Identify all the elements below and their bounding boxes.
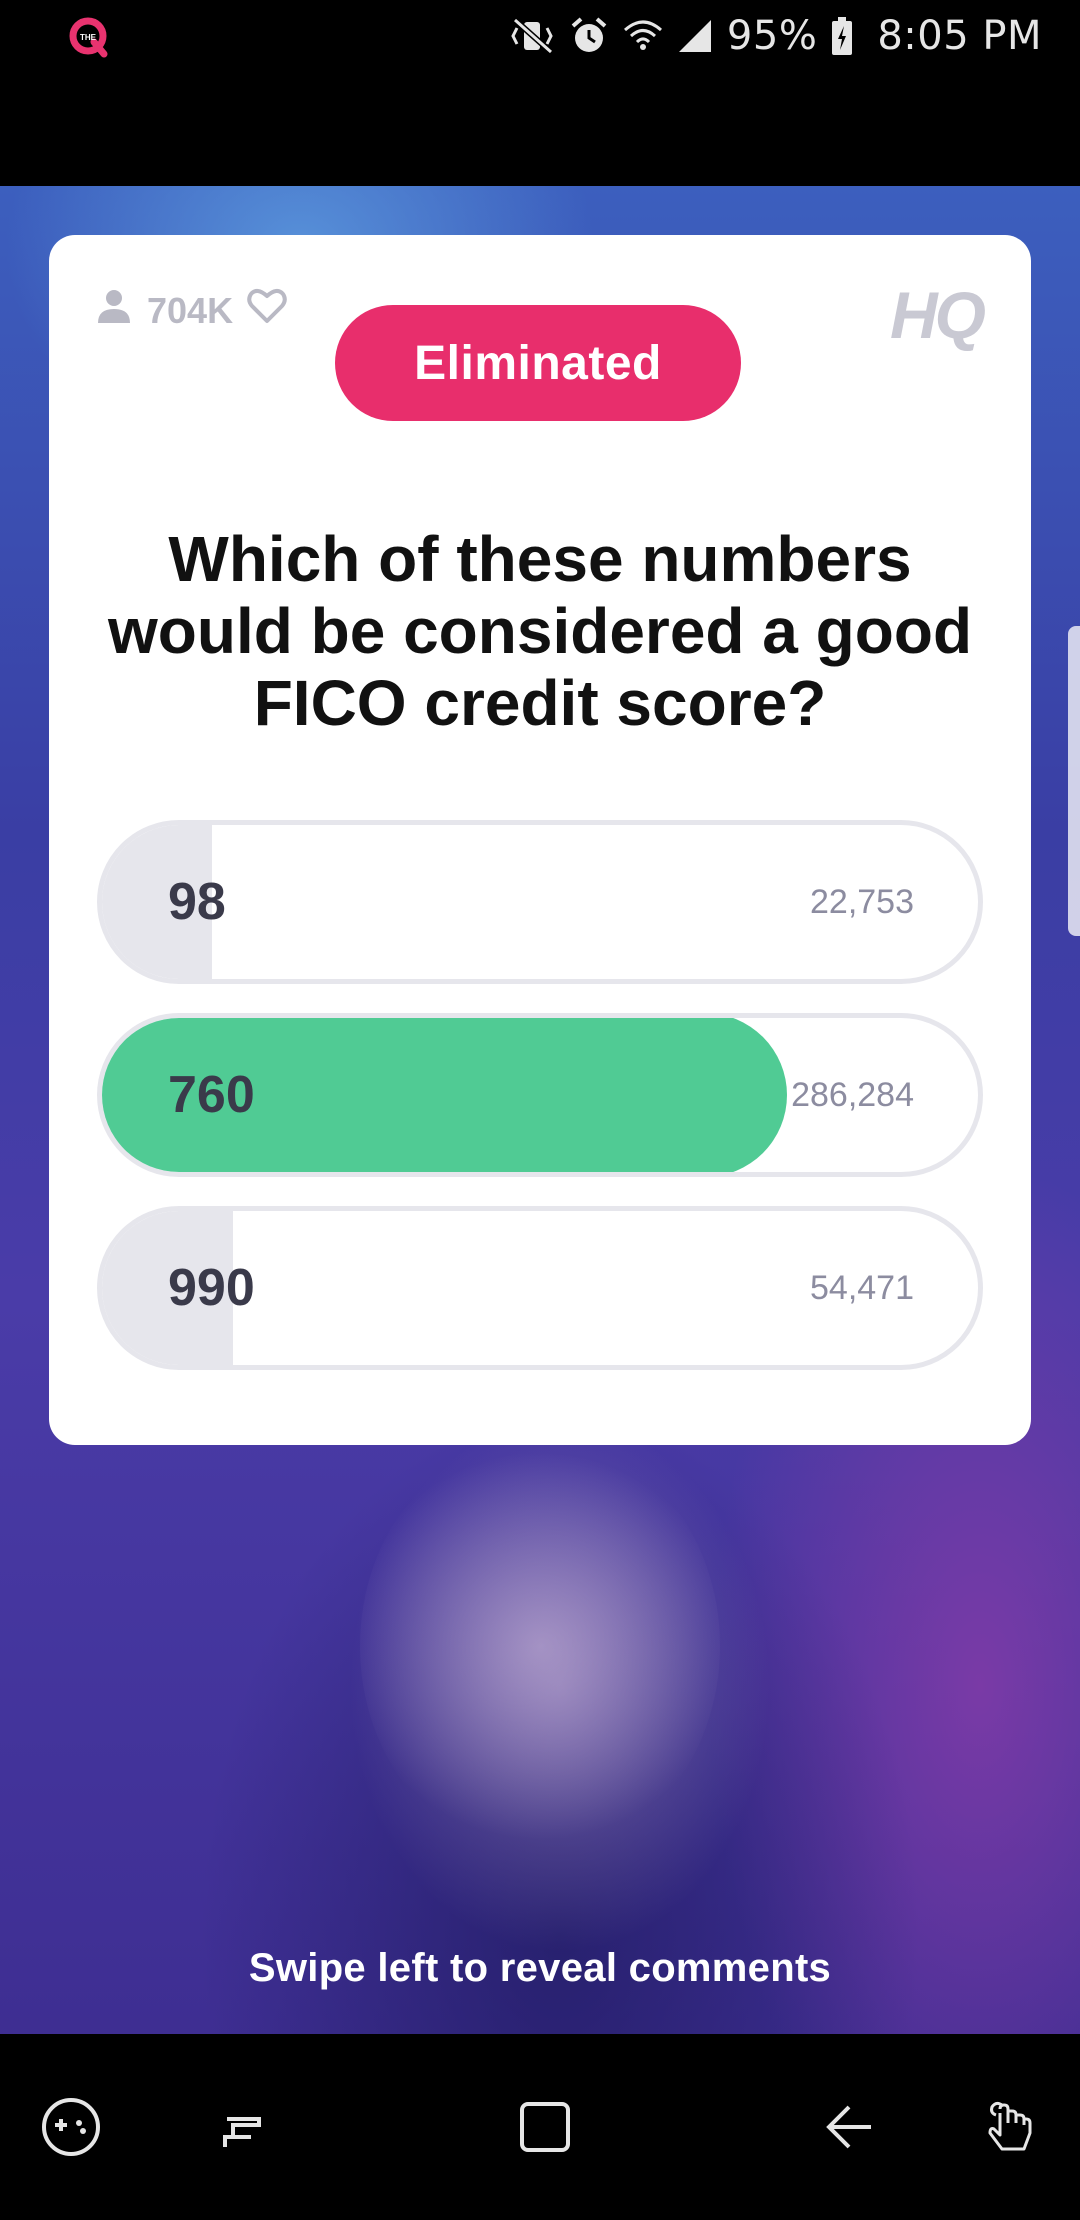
answer-list: 98 22,753 286,284 760 990 54,471 xyxy=(97,820,983,1399)
answer-option[interactable]: 990 54,471 xyxy=(97,1206,983,1370)
vibrate-mute-icon xyxy=(511,16,555,56)
answer-label: 990 xyxy=(168,1259,255,1317)
status-bar: THE 95% 8:05 PM xyxy=(0,0,1080,72)
battery-percent: 95% xyxy=(726,13,818,59)
answer-label: 98 xyxy=(168,873,226,931)
gesture-icon[interactable] xyxy=(970,2034,1050,2220)
viewer-count-label: 704K xyxy=(147,289,234,331)
question-text: Which of these numbers would be consider… xyxy=(107,523,973,739)
top-gap xyxy=(0,72,1080,186)
app-logo-icon: THE xyxy=(66,14,114,62)
answer-count: 54,471 xyxy=(810,1268,914,1307)
recents-icon[interactable] xyxy=(210,2034,280,2220)
home-icon[interactable] xyxy=(510,2034,580,2220)
answer-count: 22,753 xyxy=(810,882,914,921)
battery-icon xyxy=(831,16,853,56)
clock: 8:05 PM xyxy=(877,13,1042,59)
comments-drawer-handle[interactable] xyxy=(1068,626,1080,936)
svg-text:THE: THE xyxy=(80,33,97,42)
answer-count: 286,284 xyxy=(791,1075,914,1114)
alarm-icon xyxy=(569,16,609,56)
heart-icon[interactable] xyxy=(247,287,287,334)
swipe-hint: Swipe left to reveal comments xyxy=(248,1946,832,1990)
answer-option[interactable]: 98 22,753 xyxy=(97,820,983,984)
hq-logo: HQ xyxy=(890,278,986,352)
viewer-count: 704K xyxy=(95,287,287,334)
host-silhouette xyxy=(360,1436,720,1856)
game-launcher-icon[interactable] xyxy=(36,2034,106,2220)
navigation-bar xyxy=(0,2034,1080,2220)
status-icons: 95% 8:05 PM xyxy=(511,8,1042,64)
answer-option-correct[interactable]: 286,284 760 xyxy=(97,1013,983,1177)
back-icon[interactable] xyxy=(814,2034,884,2220)
question-card: 704K HQ Eliminated Which of these number… xyxy=(49,235,1031,1445)
person-icon xyxy=(95,287,133,334)
wifi-icon xyxy=(623,16,663,56)
signal-icon xyxy=(677,16,713,56)
answer-label: 760 xyxy=(168,1066,255,1124)
eliminated-badge: Eliminated xyxy=(335,305,741,421)
